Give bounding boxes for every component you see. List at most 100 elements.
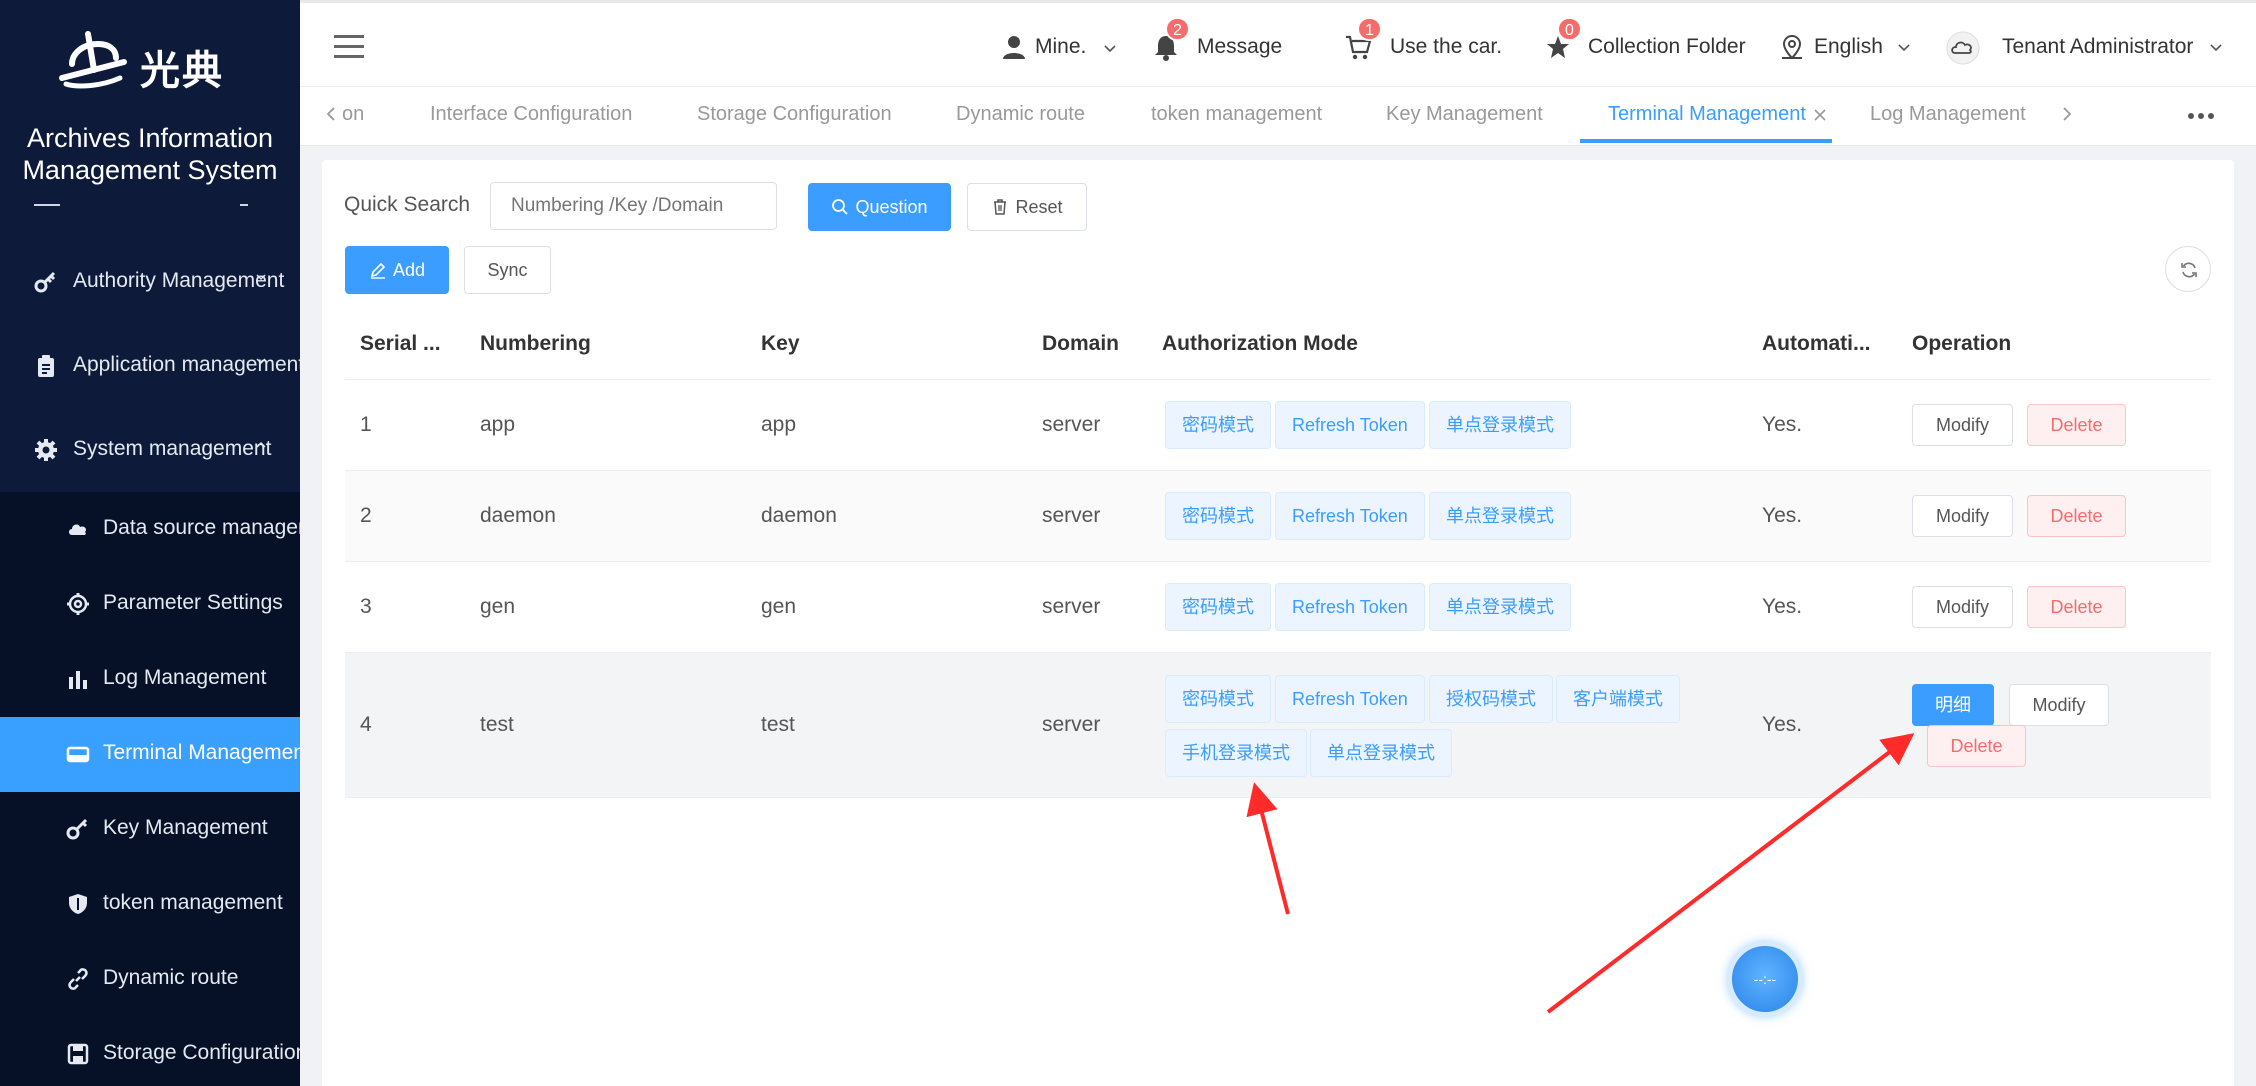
refresh-button[interactable] (2165, 246, 2211, 292)
auth-mode-tag: 单点登录模式 (1429, 583, 1571, 631)
tab-interface-configuration[interactable]: Interface Configuration (430, 103, 632, 126)
tab-terminal-management[interactable]: Terminal Management (1608, 103, 1806, 126)
cart-button[interactable]: 1 Use the car. (1344, 17, 1534, 63)
sidebar-submenu: Data source management Parameter Setting… (0, 492, 300, 1086)
key-icon (66, 818, 88, 840)
tab-bar: on Interface Configuration Storage Confi… (300, 86, 2256, 146)
auth-mode-tag: 客户端模式 (1556, 675, 1680, 723)
auth-mode-tag: Refresh Token (1275, 675, 1425, 723)
table-row[interactable]: 4 test test server 密码模式 Refresh Token 授权… (345, 653, 2211, 798)
auth-mode-tag: 单点登录模式 (1429, 401, 1571, 449)
top-header: Mine. 2 Message 1 Use the car. 0 Collect… (300, 0, 2256, 86)
cell-automatic: Yes. (1762, 413, 1803, 436)
modify-button[interactable]: Modify (1912, 586, 2013, 628)
quick-search-input[interactable] (490, 182, 777, 230)
add-button-label: Add (392, 260, 426, 280)
sidebar-item-label: System management (73, 437, 272, 460)
trash-icon (994, 199, 1007, 215)
auth-mode-tag: 密码模式 (1165, 401, 1271, 449)
column-header-authorization-mode[interactable]: Authorization Mode (1162, 332, 1358, 356)
sidebar-item-authority[interactable]: Authority Management (0, 240, 300, 324)
delete-button[interactable]: Delete (2027, 495, 2126, 537)
sidebar-item-label: Parameter Settings (103, 591, 283, 614)
column-header-numbering[interactable]: Numbering (480, 332, 591, 356)
sidebar-item-system[interactable]: System management (0, 408, 300, 492)
sync-button[interactable]: Sync (464, 246, 551, 294)
cell-serial: 3 (360, 595, 372, 618)
sidebar-item-parameter-settings[interactable]: Parameter Settings (0, 567, 300, 642)
hamburger-menu-icon[interactable] (334, 35, 364, 59)
modify-button[interactable]: Modify (2009, 684, 2109, 726)
floating-assistant-button[interactable]: --:-- (1728, 942, 1802, 1016)
reset-button[interactable]: Reset (967, 183, 1087, 231)
sidebar-item-log-management[interactable]: Log Management (0, 642, 300, 717)
sidebar-item-storage-configuration[interactable]: Storage Configuration (0, 1017, 300, 1086)
column-header-serial[interactable]: Serial ... (360, 332, 441, 356)
refresh-icon (2181, 262, 2197, 278)
column-header-domain[interactable]: Domain (1042, 332, 1119, 356)
sidebar-item-label: Storage Configuration (103, 1041, 300, 1064)
column-header-automatic[interactable]: Automati... (1762, 332, 1871, 356)
table-row[interactable]: 2 daemon daemon server 密码模式 Refresh Toke… (345, 471, 2211, 562)
cell-automatic: Yes. (1762, 713, 1803, 736)
sidebar-item-terminal-management[interactable]: Terminal Management (0, 717, 300, 792)
add-button[interactable]: Add (345, 246, 449, 294)
tab-dynamic-route[interactable]: Dynamic route (956, 103, 1085, 126)
column-header-operation[interactable]: Operation (1912, 332, 2011, 356)
user-name: Tenant Administrator (2002, 35, 2194, 58)
mine-dropdown[interactable]: Mine. (1000, 33, 1120, 63)
column-header-key[interactable]: Key (761, 332, 800, 356)
sidebar-item-key-management[interactable]: Key Management (0, 792, 300, 867)
chevron-down-icon (256, 358, 266, 365)
delete-button[interactable]: Delete (1927, 725, 2026, 767)
cart-badge: 1 (1357, 17, 1382, 41)
tab-log-management[interactable]: Log Management (1870, 103, 2026, 126)
language-dropdown[interactable]: English (1778, 33, 1918, 63)
chevron-down-icon (256, 274, 266, 281)
bar-chart-icon (69, 671, 87, 689)
location-pin-icon (1782, 34, 1802, 60)
auth-mode-tag: 授权码模式 (1429, 675, 1553, 723)
settings-icon (67, 593, 89, 615)
user-menu[interactable]: Tenant Administrator (1946, 31, 2238, 65)
more-icon[interactable] (2188, 111, 2218, 121)
close-icon[interactable] (1812, 107, 1828, 123)
sidebar-item-dynamic-route[interactable]: Dynamic route (0, 942, 300, 1017)
sidebar-item-token-management[interactable]: token management (0, 867, 300, 942)
tab-partial[interactable]: on (342, 103, 364, 126)
chevron-left-icon[interactable] (324, 105, 338, 123)
cell-key: test (761, 713, 795, 736)
question-button-label: Question (855, 197, 928, 217)
sidebar-item-label: Authority Management (73, 269, 285, 292)
sidebar-item-label: Terminal Management (103, 741, 300, 764)
message-button[interactable]: 2 Message (1152, 17, 1312, 63)
edit-icon (370, 262, 386, 279)
sidebar-item-label: Log Management (103, 666, 267, 689)
table-row[interactable]: 3 gen gen server 密码模式 Refresh Token 单点登录… (345, 562, 2211, 653)
detail-button[interactable]: 明细 (1912, 684, 1994, 726)
cell-numbering: app (480, 413, 516, 436)
table-row[interactable]: 1 app app server 密码模式 Refresh Token 单点登录… (345, 380, 2211, 471)
sidebar-item-application[interactable]: Application management (0, 324, 300, 408)
chevron-right-icon[interactable] (2060, 105, 2074, 123)
modify-button[interactable]: Modify (1912, 495, 2013, 537)
cell-domain: server (1042, 713, 1101, 736)
modify-button[interactable]: Modify (1912, 404, 2013, 446)
link-icon (68, 968, 88, 990)
auth-mode-tag: Refresh Token (1275, 492, 1425, 540)
collection-folder-button[interactable]: 0 Collection Folder (1544, 17, 1764, 63)
sidebar-item-data-source[interactable]: Data source management (0, 492, 300, 567)
sidebar-item-label: Key Management (103, 816, 268, 839)
question-button[interactable]: Question (808, 183, 951, 231)
auth-mode-tag: 手机登录模式 (1165, 729, 1307, 777)
delete-button[interactable]: Delete (2027, 404, 2126, 446)
delete-button[interactable]: Delete (2027, 586, 2126, 628)
tab-key-management[interactable]: Key Management (1386, 103, 1543, 126)
collection-label: Collection Folder (1588, 35, 1746, 58)
avatar-cloud-icon (1946, 31, 1980, 65)
shield-icon (69, 894, 87, 914)
tab-storage-configuration[interactable]: Storage Configuration (697, 103, 892, 126)
cell-serial: 2 (360, 504, 372, 527)
user-icon (1003, 36, 1025, 59)
tab-token-management[interactable]: token management (1151, 103, 1322, 126)
